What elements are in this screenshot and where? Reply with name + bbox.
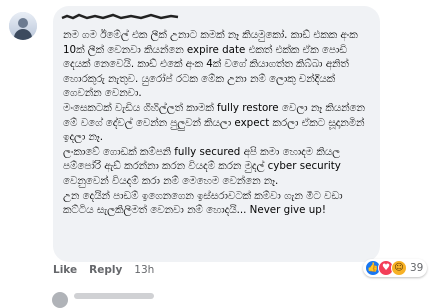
redacted-name-scribble [61,13,179,20]
reply-button[interactable]: Reply [89,264,122,276]
next-commenter-avatar[interactable] [52,292,68,308]
reaction-summary[interactable]: 👍 ♥ ☺ 39 [363,259,428,277]
comment-text: නම ගම ඊමේල් එක ලීක් උනාට කමක් නෑ කියමුකෝ… [63,29,365,217]
reaction-count: 39 [410,262,424,274]
commenter-avatar[interactable] [9,12,37,40]
care-icon: ☺ [391,260,407,276]
comment-actions: Like Reply 13h [53,264,154,276]
comment-bubble: නම ගම ඊමේල් එක ලීක් උනාට කමක් නෑ කියමුකෝ… [53,6,380,262]
next-commenter-name[interactable] [74,293,154,299]
comment-timestamp[interactable]: 13h [134,264,154,276]
like-button[interactable]: Like [53,264,77,276]
